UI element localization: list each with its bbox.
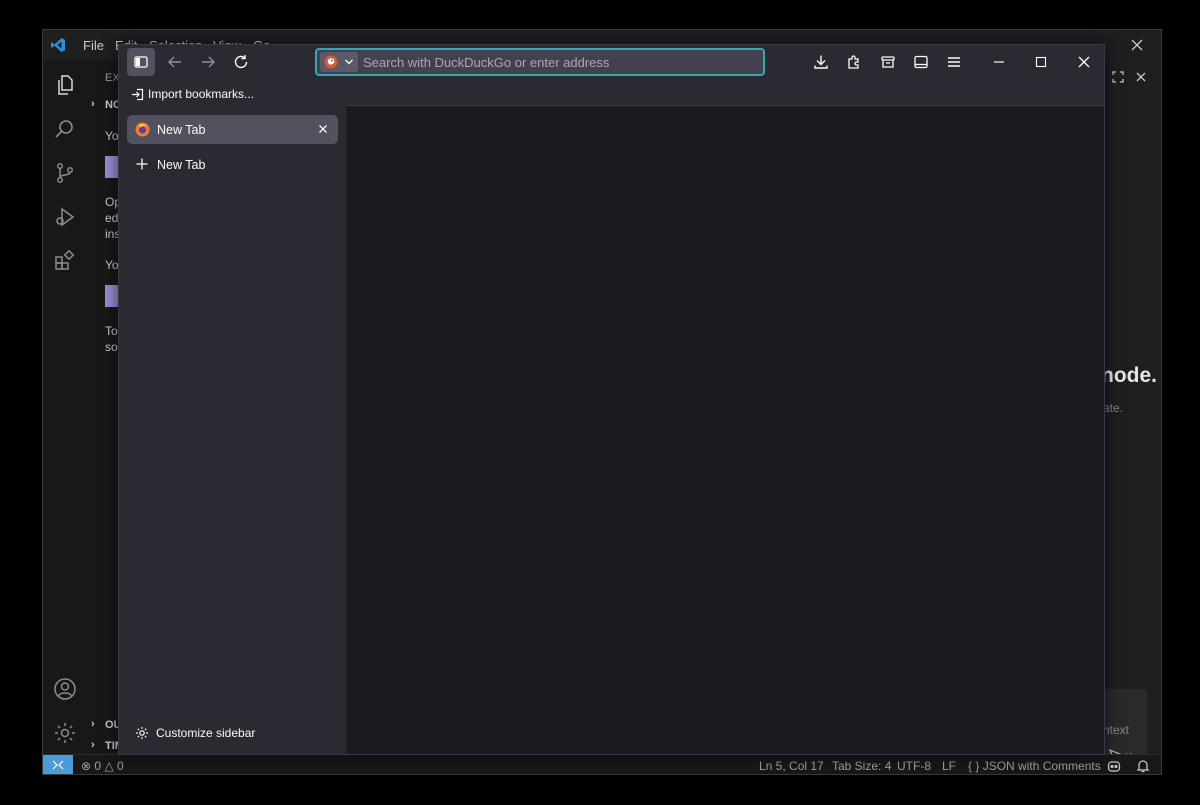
explorer-icon[interactable] — [53, 73, 77, 97]
sidebar-line: Yo — [105, 258, 119, 272]
error-icon: ⊗ — [81, 759, 92, 773]
status-bar: ⊗ 0 △ 0 Ln 5, Col 17 Tab Size: 4 UTF-8 L… — [43, 754, 1161, 774]
menu-file[interactable]: File — [83, 38, 104, 53]
sidebar-toggle-button[interactable] — [127, 48, 155, 76]
chat-panel: node. ate. ntext — [1097, 60, 1161, 773]
copilot-icon[interactable] — [1107, 759, 1121, 773]
tab-size[interactable]: Tab Size: 4 — [832, 759, 891, 773]
problems-indicator[interactable]: ⊗ 0 △ 0 — [81, 759, 124, 773]
panel-icon — [914, 55, 928, 69]
downloads-button[interactable] — [807, 48, 835, 76]
search-engine-button[interactable] — [320, 52, 358, 72]
language-mode[interactable]: { } JSON with Comments — [968, 759, 1101, 773]
new-tab-label: New Tab — [157, 158, 206, 172]
bookmarks-toolbar: Import bookmarks... — [119, 79, 347, 105]
download-icon — [814, 55, 828, 69]
url-input[interactable] — [363, 52, 753, 72]
customize-sidebar-button[interactable]: Customize sidebar — [135, 726, 255, 740]
activity-bar — [43, 60, 87, 754]
close-window-button[interactable] — [1070, 48, 1098, 76]
reload-button[interactable] — [227, 48, 255, 76]
remote-indicator-icon[interactable] — [43, 755, 73, 774]
maximize-button[interactable] — [1027, 48, 1055, 76]
manage-gear-icon[interactable] — [53, 721, 77, 745]
reload-icon — [234, 55, 248, 69]
end-of-line[interactable]: LF — [942, 759, 956, 773]
warning-count: 0 — [117, 759, 124, 773]
chat-input-placeholder: ntext — [1103, 723, 1130, 737]
braces-icon: { } — [968, 759, 980, 773]
customize-sidebar-label: Customize sidebar — [156, 726, 256, 740]
forward-button[interactable] — [194, 48, 222, 76]
tab-new-tab[interactable]: New Tab — [127, 115, 338, 144]
search-icon[interactable] — [53, 117, 77, 141]
section-chevron-icon[interactable]: › — [91, 98, 95, 110]
duckduckgo-icon — [324, 55, 338, 69]
chat-title-fragment: node. — [1101, 364, 1157, 387]
sidebar-icon — [134, 56, 148, 68]
vscode-close-icon[interactable] — [1130, 38, 1144, 52]
firefox-toolbar: Import bookmarks... — [119, 45, 1104, 105]
sidebar-line: ed — [105, 211, 119, 225]
sidebar-action-button[interactable] — [105, 285, 119, 307]
back-arrow-icon — [168, 56, 181, 68]
sidebar-action-button[interactable] — [105, 156, 119, 178]
import-bookmarks-button[interactable]: Import bookmarks... — [131, 87, 254, 101]
firefox-window: Import bookmarks... New Tab New Tab Cust… — [118, 44, 1105, 755]
source-control-icon[interactable] — [53, 161, 77, 185]
chevron-down-icon — [344, 58, 354, 66]
gear-icon — [136, 727, 148, 739]
firefox-tab-icon — [135, 122, 150, 137]
account-icon[interactable] — [53, 677, 77, 701]
sidebar-line: so — [105, 340, 118, 354]
close-panel-icon[interactable] — [1135, 71, 1147, 83]
cursor-position[interactable]: Ln 5, Col 17 — [759, 759, 824, 773]
language-label: JSON with Comments — [982, 759, 1101, 773]
run-debug-icon[interactable] — [53, 205, 77, 229]
extensions-button[interactable] — [840, 48, 868, 76]
app-menu-button[interactable] — [940, 48, 968, 76]
minimize-button[interactable] — [985, 48, 1013, 76]
new-tab-button[interactable]: New Tab — [127, 150, 338, 179]
sidebar-line: To — [105, 324, 118, 338]
plus-icon — [135, 157, 149, 171]
hamburger-menu-icon — [948, 57, 960, 67]
page-content-area[interactable] — [347, 105, 1104, 754]
error-count: 0 — [94, 759, 102, 773]
vscode-logo-icon — [50, 37, 66, 53]
maximize-panel-icon[interactable] — [1112, 71, 1124, 83]
chat-subtitle-fragment: ate. — [1103, 401, 1124, 415]
archive-icon — [881, 56, 895, 68]
puzzle-icon — [848, 55, 859, 69]
close-tab-icon[interactable] — [317, 123, 329, 135]
extensions-icon[interactable] — [53, 249, 77, 273]
timeline-chevron-icon[interactable]: › — [91, 739, 95, 751]
url-bar[interactable] — [315, 48, 765, 76]
screenshot-button[interactable] — [907, 48, 935, 76]
notifications-bell-icon[interactable] — [1136, 759, 1150, 773]
tab-label: New Tab — [157, 123, 206, 137]
forward-arrow-icon — [202, 56, 215, 68]
vertical-tabs-sidebar: New Tab New Tab Customize sidebar — [119, 105, 347, 754]
container-button[interactable] — [874, 48, 902, 76]
minimize-icon — [994, 61, 1004, 63]
back-button[interactable] — [161, 48, 189, 76]
outline-chevron-icon[interactable]: › — [91, 718, 95, 730]
import-bookmarks-label: Import bookmarks... — [148, 87, 255, 101]
maximize-icon — [1035, 56, 1047, 68]
encoding[interactable]: UTF-8 — [897, 759, 931, 773]
sidebar-line: Yo — [105, 129, 119, 143]
warning-icon: △ — [104, 759, 114, 773]
import-icon — [132, 88, 144, 100]
close-icon — [1078, 56, 1090, 68]
